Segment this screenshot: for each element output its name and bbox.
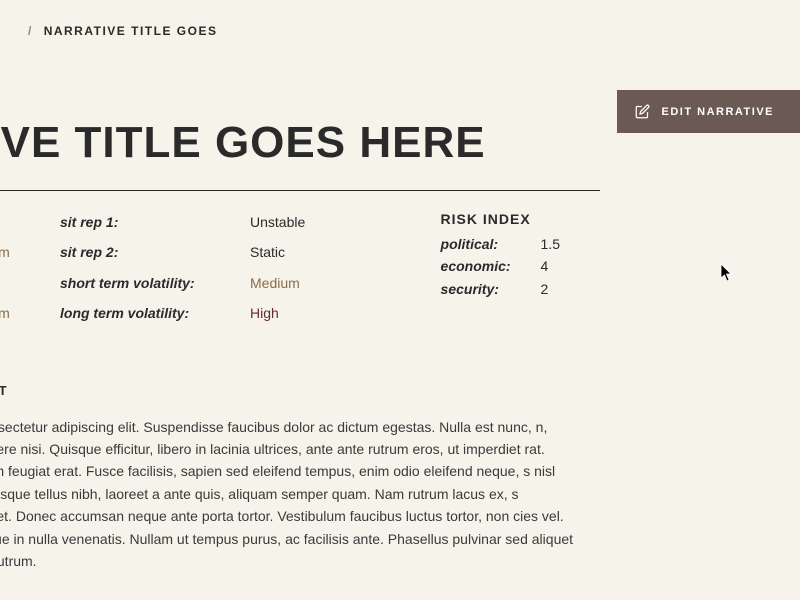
risk-label: economic:: [441, 255, 541, 277]
risk-value: 1.5: [541, 233, 560, 255]
body-paragraph: r sit amet, consectetur adipiscing elit.…: [0, 416, 800, 573]
breadcrumb: / NARRATIVE TITLE GOES: [0, 0, 800, 38]
metric-mid-value: Medium: [250, 272, 360, 294]
metric-left-value: High: [0, 272, 60, 294]
risk-label: political:: [441, 233, 541, 255]
risk-row: political:1.5: [441, 233, 560, 255]
metric-mid-value: High: [250, 302, 360, 324]
edit-icon: [635, 104, 650, 119]
metric-mid-label: sit rep 1:: [60, 211, 250, 233]
breadcrumb-separator: /: [28, 24, 33, 38]
metrics-panel: cy:cy: LowMediumHighMedium sit rep 1:sit…: [0, 211, 800, 325]
risk-value: 2: [541, 278, 549, 300]
risk-value: 4: [541, 255, 549, 277]
risk-row: security:2: [441, 278, 560, 300]
metric-mid-value: Static: [250, 241, 360, 263]
breadcrumb-title: NARRATIVE TITLE GOES: [44, 24, 218, 38]
metric-mid-label: sit rep 2:: [60, 241, 250, 263]
risk-index-block: RISK INDEX political:1.5economic:4securi…: [441, 211, 560, 325]
risk-index-header: RISK INDEX: [441, 211, 560, 227]
section-heading-present: HE PRESENT: [0, 383, 800, 398]
risk-label: security:: [441, 278, 541, 300]
risk-row: economic:4: [441, 255, 560, 277]
metric-left-value: Medium: [0, 241, 60, 263]
edit-button-label: EDIT NARRATIVE: [662, 106, 774, 118]
title-divider: [0, 190, 600, 191]
metric-left-value: Medium: [0, 302, 60, 324]
metric-mid-value: Unstable: [250, 211, 360, 233]
metric-mid-label: long term volatility:: [60, 302, 250, 324]
metric-mid-label: short term volatility:: [60, 272, 250, 294]
metric-left-value: Low: [0, 211, 60, 233]
edit-narrative-button[interactable]: EDIT NARRATIVE: [617, 90, 800, 133]
